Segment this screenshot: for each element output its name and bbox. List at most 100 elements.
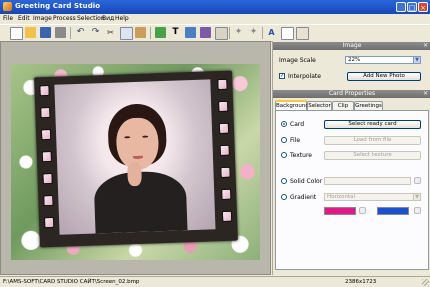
select-texture-button[interactable]: Select texture — [324, 151, 421, 160]
menu-selection[interactable]: Selection — [77, 15, 105, 22]
film-hole — [43, 194, 54, 207]
frame-icon[interactable] — [200, 27, 211, 38]
film-hole — [221, 210, 233, 223]
window-title: Greeting Card Studio — [15, 2, 101, 10]
toolbar: ↶ ↷ ✂ T ✦ ✦ A — [0, 24, 430, 42]
card-properties-header: Card Properties × — [273, 90, 430, 98]
background-tab-body: Card Select ready card File Load from fi… — [275, 110, 429, 270]
color-picker-icon[interactable] — [414, 207, 421, 214]
effects-icon[interactable] — [215, 27, 228, 40]
tab-greetings[interactable]: Greetings — [354, 101, 383, 110]
film-hole — [217, 78, 228, 91]
text-icon[interactable]: T — [170, 27, 181, 38]
color-picker-icon[interactable] — [414, 177, 421, 184]
copy-icon[interactable] — [120, 27, 133, 40]
save-icon[interactable] — [40, 27, 51, 38]
film-hole — [40, 106, 51, 119]
app-icon — [3, 2, 12, 11]
add-new-photo-button[interactable]: Add New Photo — [347, 72, 421, 81]
maximize-button[interactable]: □ — [407, 2, 417, 12]
status-bar: F:\AMS-SOFT\CARD STUDIO CAЙT\Screen_02.b… — [0, 276, 430, 287]
zoom-in-icon[interactable]: ✦ — [233, 27, 244, 38]
film-hole — [220, 166, 231, 179]
select-ready-card-button[interactable]: Select ready card — [324, 120, 421, 129]
toolbar-separator — [262, 27, 263, 39]
menu-help[interactable]: Help — [115, 15, 129, 22]
portrait-photo[interactable] — [54, 79, 216, 235]
interpolate-checkbox[interactable]: ✓ — [279, 73, 285, 79]
gradient-direction-value: Horizontal — [327, 194, 356, 200]
film-hole — [41, 150, 53, 163]
menu-bar: File Edit Image Process Selection Вид He… — [0, 14, 430, 24]
open-icon[interactable] — [25, 27, 36, 38]
gradient-color-2-swatch[interactable] — [377, 207, 409, 215]
texture-radio[interactable] — [281, 152, 287, 158]
canvas-area[interactable] — [0, 41, 271, 275]
print-icon[interactable] — [55, 27, 66, 38]
toolbar-separator — [229, 27, 230, 39]
image-scale-select[interactable]: 22% ▼ — [345, 56, 421, 64]
settings-icon[interactable] — [296, 27, 309, 40]
film-hole — [39, 84, 50, 97]
interpolate-label: Interpolate — [288, 73, 321, 80]
film-hole — [43, 216, 55, 229]
gradient-label: Gradient — [290, 194, 317, 201]
image-panel-title: Image — [342, 42, 362, 49]
cut-icon[interactable]: ✂ — [105, 27, 116, 38]
paste-icon[interactable] — [135, 27, 146, 38]
image-icon[interactable] — [155, 27, 166, 38]
gradient-color-1-swatch[interactable] — [324, 207, 356, 215]
new-icon[interactable] — [10, 27, 23, 40]
font-icon[interactable]: A — [266, 27, 277, 38]
picture-icon[interactable] — [185, 27, 196, 38]
film-hole — [219, 144, 230, 157]
menu-file[interactable]: File — [3, 15, 13, 22]
zoom-out-icon[interactable]: ✦ — [248, 27, 259, 38]
solid-color-label: Solid Color — [290, 178, 323, 185]
chevron-down-icon[interactable]: ▼ — [413, 57, 420, 63]
title-bar[interactable]: Greeting Card Studio _ □ × — [0, 0, 430, 14]
menu-view[interactable]: Вид — [102, 15, 114, 22]
film-hole — [40, 128, 52, 141]
tab-selector[interactable]: Selector — [307, 101, 332, 110]
menu-process[interactable]: Process — [53, 15, 76, 22]
image-scale-value: 22% — [348, 57, 361, 63]
color-picker-icon[interactable] — [359, 207, 366, 214]
status-image-size: 2386x1723 — [345, 279, 377, 285]
close-icon[interactable]: × — [423, 90, 428, 98]
film-hole — [42, 172, 53, 185]
resize-grip[interactable] — [422, 279, 429, 286]
minimize-button[interactable]: _ — [396, 2, 406, 12]
card-radio[interactable] — [281, 121, 287, 127]
film-hole — [221, 188, 232, 201]
solid-color-field[interactable] — [324, 177, 411, 185]
chevron-down-icon[interactable]: ▼ — [413, 194, 420, 200]
card-properties-title: Card Properties — [328, 90, 376, 97]
close-button[interactable]: × — [418, 2, 428, 12]
film-hole — [218, 122, 230, 135]
toolbar-separator — [150, 27, 151, 39]
greeting-card-preview[interactable] — [11, 64, 260, 260]
page-icon[interactable] — [281, 27, 294, 40]
film-hole — [218, 100, 229, 113]
redo-icon[interactable]: ↷ — [90, 27, 101, 38]
menu-image[interactable]: Image — [33, 15, 52, 22]
menu-edit[interactable]: Edit — [18, 15, 30, 22]
image-panel-header: Image × — [273, 42, 430, 50]
file-label: File — [290, 137, 301, 144]
texture-label: Texture — [290, 152, 312, 159]
undo-icon[interactable]: ↶ — [75, 27, 86, 38]
file-radio[interactable] — [281, 137, 287, 143]
close-icon[interactable]: × — [423, 42, 428, 50]
film-frame — [34, 70, 238, 248]
portrait-hand — [127, 161, 142, 187]
app-window: Greeting Card Studio _ □ × File Edit Ima… — [0, 0, 430, 287]
card-label: Card — [290, 121, 305, 128]
gradient-direction-select[interactable]: Horizontal ▼ — [324, 193, 421, 201]
tab-background[interactable]: Background — [275, 100, 309, 110]
load-from-file-button[interactable]: Load from file — [324, 136, 421, 145]
image-scale-label: Image Scale — [279, 57, 316, 64]
solid-color-radio[interactable] — [281, 178, 287, 184]
gradient-radio[interactable] — [281, 194, 287, 200]
tab-clip-art[interactable]: Clip Art — [332, 101, 354, 117]
